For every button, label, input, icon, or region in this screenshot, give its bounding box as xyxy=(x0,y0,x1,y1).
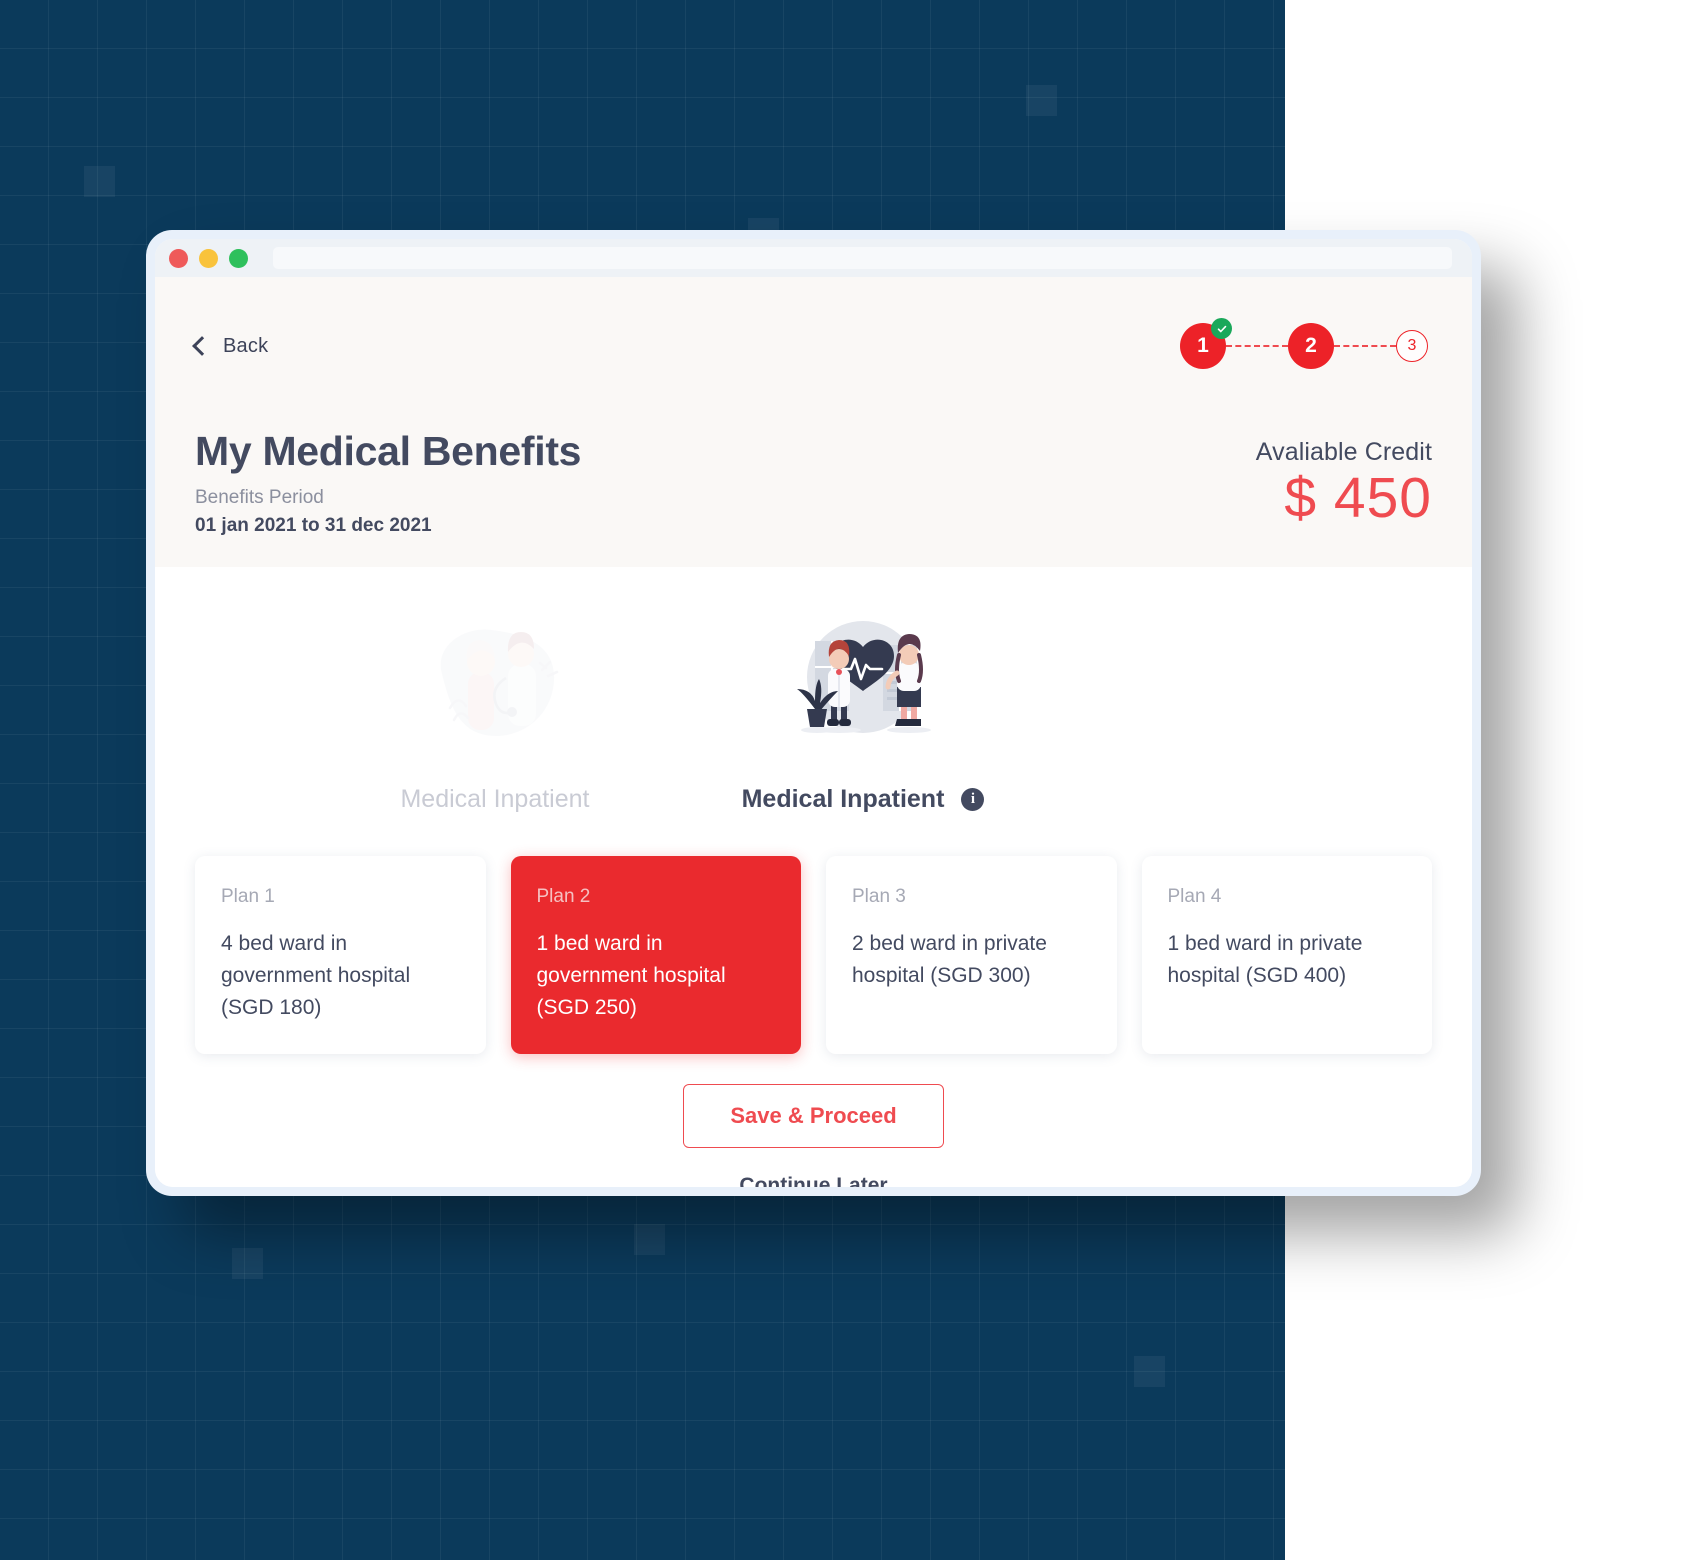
maximize-window-button[interactable] xyxy=(229,248,248,268)
continue-later-link[interactable]: Continue Later xyxy=(195,1174,1432,1187)
page-background: Back 1 2 3 My Medical Benefits Benefits … xyxy=(0,0,1702,1560)
stepper-step-3-number: 3 xyxy=(1407,337,1417,354)
progress-stepper: 1 2 3 xyxy=(1180,318,1428,369)
title-block: My Medical Benefits Benefits Period 01 j… xyxy=(195,428,582,537)
category-label-row: Medical Inpatient xyxy=(315,785,675,814)
plan-name: Plan 1 xyxy=(221,886,275,908)
available-credit-value: $ 450 xyxy=(1284,466,1432,531)
plan-card-2[interactable]: Plan 2 1 bed ward in government hospital… xyxy=(510,856,801,1054)
page-title: My Medical Benefits xyxy=(195,428,582,474)
plan-description: 1 bed ward in government hospital (SGD 2… xyxy=(536,932,726,1019)
benefits-period-label: Benefits Period xyxy=(195,487,324,509)
close-window-button[interactable] xyxy=(169,248,188,268)
plan-card-3[interactable]: Plan 3 2 bed ward in private hospital (S… xyxy=(826,856,1117,1054)
category-tab-label: Medical Inpatient xyxy=(741,785,945,814)
page-header: Back 1 2 3 My Medical Benefits Benefits … xyxy=(155,277,1472,568)
benefit-category-tabs: Medical Inpatient Medical Inpatient i xyxy=(195,603,1432,814)
back-button-label: Back xyxy=(223,334,269,357)
category-tab-medical-inpatient-inactive[interactable]: Medical Inpatient xyxy=(315,603,675,814)
plan-name: Plan 4 xyxy=(1167,886,1222,908)
grid-accent-square xyxy=(1026,85,1057,116)
benefits-period-value: 01 jan 2021 to 31 dec 2021 xyxy=(195,515,432,537)
plan-card-list: Plan 1 4 bed ward in government hospital… xyxy=(195,856,1432,1054)
info-icon[interactable]: i xyxy=(961,788,985,812)
available-credit-label: Avaliable Credit xyxy=(1255,438,1432,467)
browser-titlebar xyxy=(155,239,1472,277)
grid-accent-square xyxy=(634,1224,665,1255)
back-button[interactable]: Back xyxy=(192,334,269,358)
action-area: Save & Proceed Continue Later xyxy=(195,1083,1432,1187)
plan-description: 2 bed ward in private hospital (SGD 300) xyxy=(852,932,1047,987)
available-credit-block: Avaliable Credit $ 450 xyxy=(1256,438,1432,537)
check-badge-icon xyxy=(1211,318,1232,339)
stepper-step-2[interactable]: 2 xyxy=(1288,323,1334,369)
plan-description: 1 bed ward in private hospital (SGD 400) xyxy=(1167,932,1363,987)
header-topbar: Back 1 2 3 xyxy=(192,318,1432,369)
grid-accent-square xyxy=(84,166,115,197)
grid-accent-square xyxy=(1134,1356,1165,1387)
consultation-illustration-icon xyxy=(315,603,675,763)
save-and-proceed-button[interactable]: Save & Proceed xyxy=(683,1083,944,1148)
plan-description: 4 bed ward in government hospital (SGD 1… xyxy=(221,932,411,1019)
stepper-connector xyxy=(1226,345,1288,347)
chevron-left-icon xyxy=(192,336,212,356)
browser-window: Back 1 2 3 My Medical Benefits Benefits … xyxy=(146,230,1481,1196)
category-label-row: Medical Inpatient i xyxy=(683,785,1043,814)
plan-card-4[interactable]: Plan 4 1 bed ward in private hospital (S… xyxy=(1141,856,1432,1054)
plan-name: Plan 3 xyxy=(852,886,906,908)
stepper-connector xyxy=(1334,345,1396,347)
plan-name: Plan 2 xyxy=(536,886,591,908)
header-title-row: My Medical Benefits Benefits Period 01 j… xyxy=(195,428,1432,537)
stepper-step-1-number: 1 xyxy=(1197,334,1209,357)
stepper-step-2-number: 2 xyxy=(1305,334,1317,357)
plan-card-1[interactable]: Plan 1 4 bed ward in government hospital… xyxy=(195,856,486,1054)
minimize-window-button[interactable] xyxy=(199,248,218,268)
grid-accent-square xyxy=(232,1248,263,1279)
category-tab-medical-inpatient-active[interactable]: Medical Inpatient i xyxy=(683,603,1043,814)
browser-window-inner: Back 1 2 3 My Medical Benefits Benefits … xyxy=(155,239,1472,1187)
page-main: Medical Inpatient Medical Inpatient i Pl… xyxy=(155,567,1472,1187)
address-bar[interactable] xyxy=(273,247,1452,269)
stepper-step-1[interactable]: 1 xyxy=(1180,318,1232,369)
stepper-step-3[interactable]: 3 xyxy=(1396,330,1428,362)
category-tab-label: Medical Inpatient xyxy=(400,785,590,814)
hospital-staff-illustration-icon xyxy=(683,603,1043,763)
